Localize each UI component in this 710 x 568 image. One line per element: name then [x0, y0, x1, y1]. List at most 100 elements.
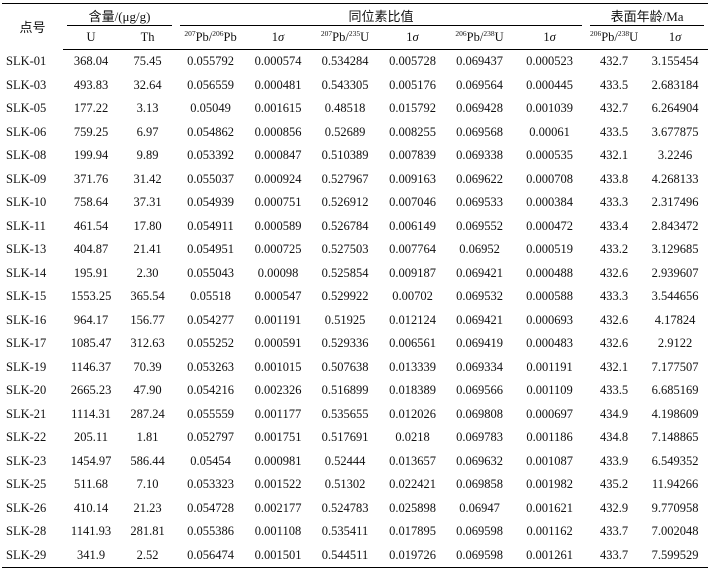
pb207-u235-value: 0.535655	[321, 406, 369, 421]
sigma-value: 0.001108	[254, 524, 302, 539]
table-body: SLK-01 368.04 75.45 0.055792 0.000574 0.53428…	[2, 50, 708, 568]
age-sigma-value: 2.9122	[657, 336, 693, 351]
table-row: SLK-08 199.94 9.89 0.053392 0.000847 0.510389…	[2, 144, 708, 168]
age-sigma-value: 2.317496	[651, 195, 699, 210]
table-row: SLK-28 1141.93 281.81 0.055386 0.001108 0.535…	[2, 520, 708, 544]
age-value: 432.1	[600, 148, 629, 163]
sigma-value: 0.001191	[526, 359, 573, 374]
pb207-pb206-value: 0.053392	[187, 148, 234, 163]
point-id: SLK-08	[6, 148, 47, 163]
u-value: 368.04	[73, 54, 109, 69]
header-isotope-ratio: 同位素比值	[176, 4, 586, 27]
sigma-value: 0.012124	[389, 312, 436, 327]
sigma-value: 0.000751	[254, 195, 302, 210]
sigma-value: 0.001522	[254, 477, 302, 492]
sigma-value: 0.000481	[254, 77, 302, 92]
age-sigma-value: 2.939607	[651, 265, 699, 280]
u-value: 205.11	[74, 430, 108, 445]
age-value: 433.7	[600, 524, 629, 539]
point-id: SLK-17	[6, 336, 47, 351]
sigma-value: 0.000535	[526, 148, 573, 163]
th-value: 156.77	[130, 312, 165, 327]
point-id: SLK-05	[6, 101, 47, 116]
age-sigma-value: 4.198609	[651, 406, 699, 421]
u-value: 1454.97	[70, 453, 112, 468]
age-value: 432.6	[600, 336, 629, 351]
sigma-value: 0.001621	[526, 500, 573, 515]
sigma-value: 0.000697	[526, 406, 573, 421]
sigma-value: 0.000488	[526, 265, 573, 280]
pb206-u238-value: 0.069421	[456, 312, 503, 327]
pb206-u238-value: 0.069598	[456, 547, 503, 562]
age-value: 433.9	[600, 453, 629, 468]
table-row: SLK-15 1553.25 365.54 0.05518 0.000547 0.5299…	[2, 285, 708, 309]
pb207-pb206-value: 0.056474	[187, 547, 234, 562]
point-id: SLK-06	[6, 124, 47, 139]
th-value: 281.81	[130, 524, 165, 539]
point-id: SLK-10	[6, 195, 47, 210]
age-value: 432.7	[600, 54, 629, 69]
u-value: 1114.31	[71, 406, 111, 421]
age-value: 433.7	[600, 547, 629, 562]
sigma-value: 0.000483	[526, 336, 573, 351]
u-value: 511.68	[74, 477, 108, 492]
pb207-pb206-value: 0.053263	[187, 359, 234, 374]
u-value: 195.91	[73, 265, 109, 280]
u-value: 493.83	[73, 77, 109, 92]
table-row: SLK-29 341.9 2.52 0.056474 0.001501 0.544511 0…	[2, 544, 708, 568]
pb206-u238-value: 0.069632	[456, 453, 503, 468]
sigma-value: 0.001039	[526, 101, 573, 116]
pb207-pb206-value: 0.056559	[187, 77, 234, 92]
age-sigma-value: 4.17824	[654, 312, 696, 327]
pb207-u235-value: 0.527503	[321, 242, 369, 257]
sigma-value: 0.000519	[526, 242, 573, 257]
sigma-value: 0.019726	[389, 547, 436, 562]
sigma-value: 0.000981	[254, 453, 302, 468]
age-sigma-value: 3.677875	[651, 124, 699, 139]
u-value: 461.54	[73, 218, 109, 233]
pb206-u238-value: 0.069533	[456, 195, 503, 210]
u-value: 1553.25	[70, 289, 112, 304]
sigma-value: 0.000588	[526, 289, 573, 304]
th-value: 32.64	[133, 77, 162, 92]
age-sigma-value: 6.685169	[651, 383, 699, 398]
col-th: Th	[119, 26, 177, 50]
u-value: 199.94	[73, 148, 109, 163]
age-sigma-value: 6.549352	[651, 453, 699, 468]
sigma-value: 0.000574	[254, 54, 302, 69]
sigma-value: 0.000445	[526, 77, 573, 92]
sigma-value: 0.025898	[389, 500, 436, 515]
pb207-u235-value: 0.525854	[321, 265, 369, 280]
point-id: SLK-03	[6, 77, 47, 92]
pb206-u238-value: 0.069564	[456, 77, 503, 92]
th-value: 31.42	[133, 171, 162, 186]
sigma-value: 0.001015	[254, 359, 302, 374]
age-value: 433.4	[600, 218, 629, 233]
pb206-u238-value: 0.06952	[459, 242, 500, 257]
age-sigma-value: 3.2246	[657, 148, 693, 163]
col-pb207-u235: 207Pb/235U	[311, 26, 380, 50]
sigma-value: 0.000924	[254, 171, 302, 186]
point-id: SLK-20	[6, 383, 47, 398]
th-value: 21.23	[133, 500, 162, 515]
point-id: SLK-22	[6, 430, 47, 445]
table-row: SLK-13 404.87 21.41 0.054951 0.000725 0.52750…	[2, 238, 708, 262]
sigma-value: 0.000708	[526, 171, 573, 186]
pb207-u235-value: 0.510389	[321, 148, 369, 163]
pb206-u238-value: 0.069568	[456, 124, 503, 139]
pb207-pb206-value: 0.055252	[187, 336, 234, 351]
th-value: 3.13	[136, 101, 159, 116]
pb207-pb206-value: 0.054911	[187, 218, 234, 233]
table-row: SLK-17 1085.47 312.63 0.055252 0.000591 0.529…	[2, 332, 708, 356]
sigma-value: 0.001501	[254, 547, 302, 562]
sigma-value: 0.001751	[254, 430, 302, 445]
age-value: 433.3	[600, 195, 629, 210]
table-row: SLK-19 1146.37 70.39 0.053263 0.001015 0.5076…	[2, 356, 708, 380]
table-row: SLK-11 461.54 17.80 0.054911 0.000589 0.52678…	[2, 215, 708, 239]
age-sigma-value: 7.002048	[651, 524, 699, 539]
zircon-data-table: 点号 含量/(μg/g) 同位素比值 表面年龄/Ma U Th 207Pb/20…	[2, 3, 709, 568]
point-id: SLK-19	[6, 359, 47, 374]
point-id: SLK-15	[6, 289, 47, 304]
pb207-u235-value: 0.526784	[321, 218, 369, 233]
sigma-value: 0.007839	[389, 148, 436, 163]
